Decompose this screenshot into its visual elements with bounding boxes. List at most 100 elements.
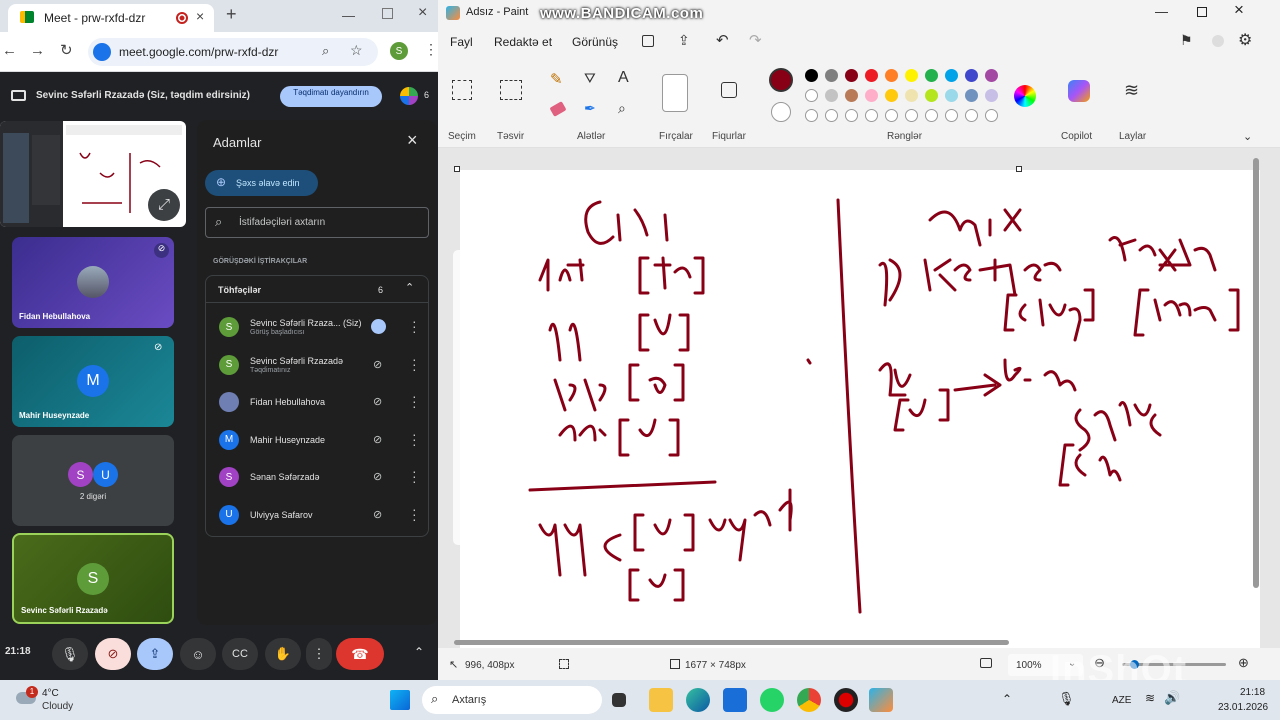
- layers-icon[interactable]: ≋: [1124, 80, 1139, 101]
- tray-mic-icon[interactable]: 🎙: [1058, 691, 1075, 707]
- forward-icon[interactable]: →: [30, 42, 45, 59]
- edge-icon[interactable]: [686, 688, 710, 712]
- custom-color-slot[interactable]: [905, 109, 918, 122]
- leave-call-button[interactable]: ☎: [336, 638, 384, 670]
- raise-hand-button[interactable]: ✋: [265, 638, 301, 670]
- clock-date[interactable]: 23.01.2026: [1218, 702, 1268, 713]
- participant-row[interactable]: S Sevinc Səfərli Rzaza... (Siz) Görüş başl…: [207, 309, 427, 345]
- pencil-icon[interactable]: ✎: [550, 70, 563, 88]
- participant-more-icon[interactable]: · · ·: [412, 352, 417, 376]
- palette-swatch[interactable]: [985, 89, 998, 102]
- back-icon[interactable]: ←: [2, 42, 17, 59]
- participant-row[interactable]: Fidan Hebullahova ⊘ · · ·: [207, 384, 427, 420]
- tab-close-icon[interactable]: ×: [196, 8, 204, 24]
- participant-row[interactable]: U Ulviyya Safarov ⊘ · · ·: [207, 497, 427, 533]
- new-tab-icon[interactable]: +: [226, 4, 237, 25]
- more-options-button[interactable]: ⋮: [306, 638, 332, 670]
- selection-tool[interactable]: [452, 80, 472, 100]
- palette-swatch[interactable]: [825, 89, 838, 102]
- magnifier-icon[interactable]: ⌕: [618, 100, 626, 117]
- close-window-icon[interactable]: ×: [418, 4, 427, 22]
- palette-swatch[interactable]: [945, 89, 958, 102]
- wifi-icon[interactable]: ≋: [1145, 691, 1155, 705]
- emoji-button[interactable]: ☺: [180, 638, 216, 670]
- menu-file[interactable]: Fayl: [450, 35, 473, 49]
- participant-tile-fidan[interactable]: ⊘ Fidan Hebullahova: [12, 237, 174, 328]
- browser-menu-icon[interactable]: ⋮: [424, 41, 438, 58]
- fill-bucket-icon[interactable]: ⛛: [584, 70, 596, 87]
- chevron-up-icon[interactable]: ⌃: [414, 645, 424, 659]
- chrome-icon[interactable]: [797, 688, 821, 712]
- shapes-tool[interactable]: [721, 82, 737, 98]
- palette-swatch[interactable]: [805, 69, 818, 82]
- start-button[interactable]: [390, 690, 410, 710]
- image-tool[interactable]: [500, 80, 522, 100]
- file-explorer-icon[interactable]: [649, 688, 673, 712]
- omnibox[interactable]: meet.google.com/prw-rxfd-dzr ⌕ ☆: [88, 38, 378, 66]
- account-icon[interactable]: [1212, 35, 1224, 47]
- menu-edit[interactable]: Redaktə et: [494, 35, 552, 49]
- vertical-scrollbar[interactable]: [1253, 158, 1259, 588]
- eraser-icon[interactable]: [549, 101, 567, 117]
- store-icon[interactable]: [723, 688, 747, 712]
- bookmark-star-icon[interactable]: ☆: [350, 42, 363, 59]
- browser-tab[interactable]: Meet - prw-rxfd-dzr ×: [8, 4, 214, 32]
- participant-row[interactable]: S Sənan Səfərzadə ⊘ · · ·: [207, 459, 427, 495]
- taskview-icon[interactable]: [612, 693, 626, 707]
- palette-swatch[interactable]: [825, 69, 838, 82]
- menu-view[interactable]: Görünüş: [572, 35, 618, 49]
- undo-icon[interactable]: ↶: [716, 31, 729, 49]
- palette-swatch[interactable]: [985, 69, 998, 82]
- taskbar-search[interactable]: ⌕ Axtarış: [422, 686, 602, 714]
- custom-color-slot[interactable]: [825, 109, 838, 122]
- palette-swatch[interactable]: [905, 89, 918, 102]
- people-search-input[interactable]: ⌕ İstifadəçiləri axtarın: [205, 207, 429, 238]
- share-icon[interactable]: ⇪: [678, 32, 690, 49]
- reload-icon[interactable]: ↻: [60, 41, 73, 59]
- custom-color-slot[interactable]: [845, 109, 858, 122]
- camera-off-button[interactable]: ⊘: [95, 638, 131, 670]
- present-button[interactable]: ⇪: [137, 638, 173, 670]
- redo-icon[interactable]: ↷: [749, 31, 762, 49]
- participant-row[interactable]: M Mahir Huseynzade ⊘ · · ·: [207, 422, 427, 458]
- contributors-header[interactable]: Töhfəçilər 6 ⌃: [206, 276, 428, 303]
- tray-chevron-icon[interactable]: ⌃: [1002, 692, 1012, 706]
- clock-time[interactable]: 21:18: [1240, 687, 1265, 698]
- close-window-icon[interactable]: ×: [1234, 0, 1244, 20]
- primary-color-swatch[interactable]: [769, 68, 793, 92]
- minimize-icon[interactable]: —: [342, 8, 355, 23]
- weather-widget[interactable]: 1 4°C Cloudy: [14, 684, 114, 716]
- resize-handle[interactable]: [454, 166, 460, 172]
- horizontal-scrollbar[interactable]: [454, 640, 1009, 645]
- stop-presenting-button[interactable]: Təqdimatı dayandırın: [280, 86, 382, 107]
- settings-gear-icon[interactable]: ⚙: [1238, 30, 1252, 50]
- participant-tile-mahir[interactable]: M ⊘ Mahir Huseynzade: [12, 336, 174, 427]
- palette-swatch[interactable]: [925, 69, 938, 82]
- color-picker-icon[interactable]: ✒: [584, 100, 596, 117]
- palette-swatch[interactable]: [945, 69, 958, 82]
- participant-tile-others[interactable]: S U 2 digəri: [12, 435, 174, 526]
- custom-color-slot[interactable]: [965, 109, 978, 122]
- palette-swatch[interactable]: [805, 89, 818, 102]
- participant-more-icon[interactable]: · · ·: [412, 314, 417, 338]
- resize-handle[interactable]: [1016, 166, 1022, 172]
- palette-swatch[interactable]: [965, 69, 978, 82]
- mic-permission-icon[interactable]: [93, 43, 111, 61]
- participant-more-icon[interactable]: · · ·: [412, 389, 417, 413]
- custom-color-slot[interactable]: [945, 109, 958, 122]
- participant-tile-self[interactable]: S Sevinc Səfərli Rzazadə: [12, 533, 174, 624]
- save-icon[interactable]: [642, 35, 654, 47]
- fit-screen-icon[interactable]: [980, 658, 992, 668]
- participant-more-icon[interactable]: · · ·: [412, 464, 417, 488]
- bandicam-icon[interactable]: [834, 688, 858, 712]
- palette-swatch[interactable]: [845, 89, 858, 102]
- brushes-tool[interactable]: [662, 74, 688, 112]
- tray-language[interactable]: AZE: [1112, 695, 1131, 706]
- palette-swatch[interactable]: [885, 89, 898, 102]
- add-person-button[interactable]: ⊕ Şəxs əlavə edin: [205, 170, 318, 196]
- copilot-icon[interactable]: [1068, 80, 1090, 102]
- maximize-icon[interactable]: [1197, 7, 1207, 17]
- text-tool-icon[interactable]: A: [618, 69, 629, 87]
- maximize-icon[interactable]: [382, 8, 393, 19]
- custom-color-slot[interactable]: [865, 109, 878, 122]
